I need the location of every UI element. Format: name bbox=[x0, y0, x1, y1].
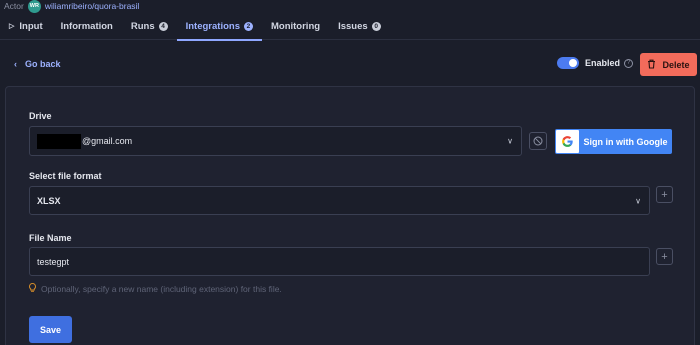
drive-select[interactable]: @gmail.com ∨ bbox=[29, 126, 522, 156]
tab-information[interactable]: Information bbox=[52, 12, 122, 40]
toggle-knob bbox=[569, 59, 577, 67]
chevron-left-icon: ‹ bbox=[14, 59, 17, 69]
tab-issues[interactable]: Issues 0 bbox=[329, 12, 390, 40]
file-name-hint: Optionally, specify a new name (includin… bbox=[29, 282, 282, 294]
top-bar: Actor WR wiliamribeiro/quora-brasil ▷ In… bbox=[0, 0, 700, 41]
tab-monitoring[interactable]: Monitoring bbox=[262, 12, 329, 40]
avatar: WR bbox=[27, 0, 41, 13]
file-name-value: testegpt bbox=[37, 256, 70, 267]
tab-integrations[interactable]: Integrations 2 bbox=[176, 12, 263, 41]
chevron-down-icon: ∨ bbox=[635, 196, 641, 205]
enabled-control: Enabled ? bbox=[557, 57, 634, 69]
trash-icon bbox=[647, 59, 656, 71]
actor-path-link[interactable]: wiliamribeiro/quora-brasil bbox=[45, 1, 139, 11]
sign-in-with-google-button[interactable]: Sign in with Google bbox=[555, 129, 672, 154]
file-name-label: File Name bbox=[29, 233, 72, 243]
add-file-name-button[interactable]: + bbox=[656, 248, 673, 265]
chevron-down-icon: ∨ bbox=[507, 136, 513, 146]
add-format-button[interactable]: + bbox=[656, 186, 673, 203]
go-back-link[interactable]: ‹ Go back bbox=[14, 59, 61, 69]
delete-label: Delete bbox=[662, 59, 690, 70]
enabled-toggle[interactable] bbox=[557, 57, 579, 69]
plus-icon: + bbox=[661, 250, 668, 263]
go-back-label: Go back bbox=[25, 59, 61, 69]
tab-label: Issues bbox=[338, 20, 368, 32]
count-badge: 4 bbox=[158, 21, 168, 31]
drive-label: Drive bbox=[29, 111, 52, 121]
enabled-label: Enabled bbox=[585, 58, 621, 68]
disconnect-button[interactable] bbox=[529, 132, 547, 150]
count-badge: 0 bbox=[371, 21, 381, 31]
save-button[interactable]: Save bbox=[29, 316, 72, 343]
tab-bar: ▷ Input Information Runs 4 Integrations … bbox=[0, 12, 390, 41]
file-name-input[interactable]: testegpt bbox=[29, 247, 650, 276]
tab-label: Runs bbox=[130, 20, 155, 32]
tab-label: Integrations bbox=[185, 20, 240, 32]
file-format-label: Select file format bbox=[29, 171, 102, 181]
lightbulb-icon bbox=[29, 282, 36, 294]
tab-runs[interactable]: Runs 4 bbox=[122, 12, 177, 40]
file-format-value: XLSX bbox=[37, 195, 61, 206]
google-logo-icon bbox=[556, 130, 579, 153]
tab-input[interactable]: ▷ Input bbox=[0, 12, 52, 40]
google-button-label: Sign in with Google bbox=[583, 136, 668, 147]
redacted-email-prefix bbox=[37, 133, 81, 149]
plus-icon: + bbox=[661, 188, 668, 201]
count-badge: 2 bbox=[243, 21, 253, 31]
drive-value: @gmail.com bbox=[82, 136, 133, 146]
delete-button[interactable]: Delete bbox=[640, 53, 697, 76]
hint-text: Optionally, specify a new name (includin… bbox=[41, 283, 282, 294]
tab-label: Input bbox=[19, 20, 43, 32]
play-icon: ▷ bbox=[9, 23, 15, 30]
file-format-select[interactable]: XLSX ∨ bbox=[29, 186, 650, 215]
integration-panel bbox=[5, 86, 695, 345]
block-icon bbox=[533, 136, 543, 146]
actor-label: Actor bbox=[4, 1, 24, 11]
help-icon[interactable]: ? bbox=[624, 58, 634, 68]
tab-label: Information bbox=[60, 20, 113, 32]
tab-label: Monitoring bbox=[270, 20, 321, 32]
